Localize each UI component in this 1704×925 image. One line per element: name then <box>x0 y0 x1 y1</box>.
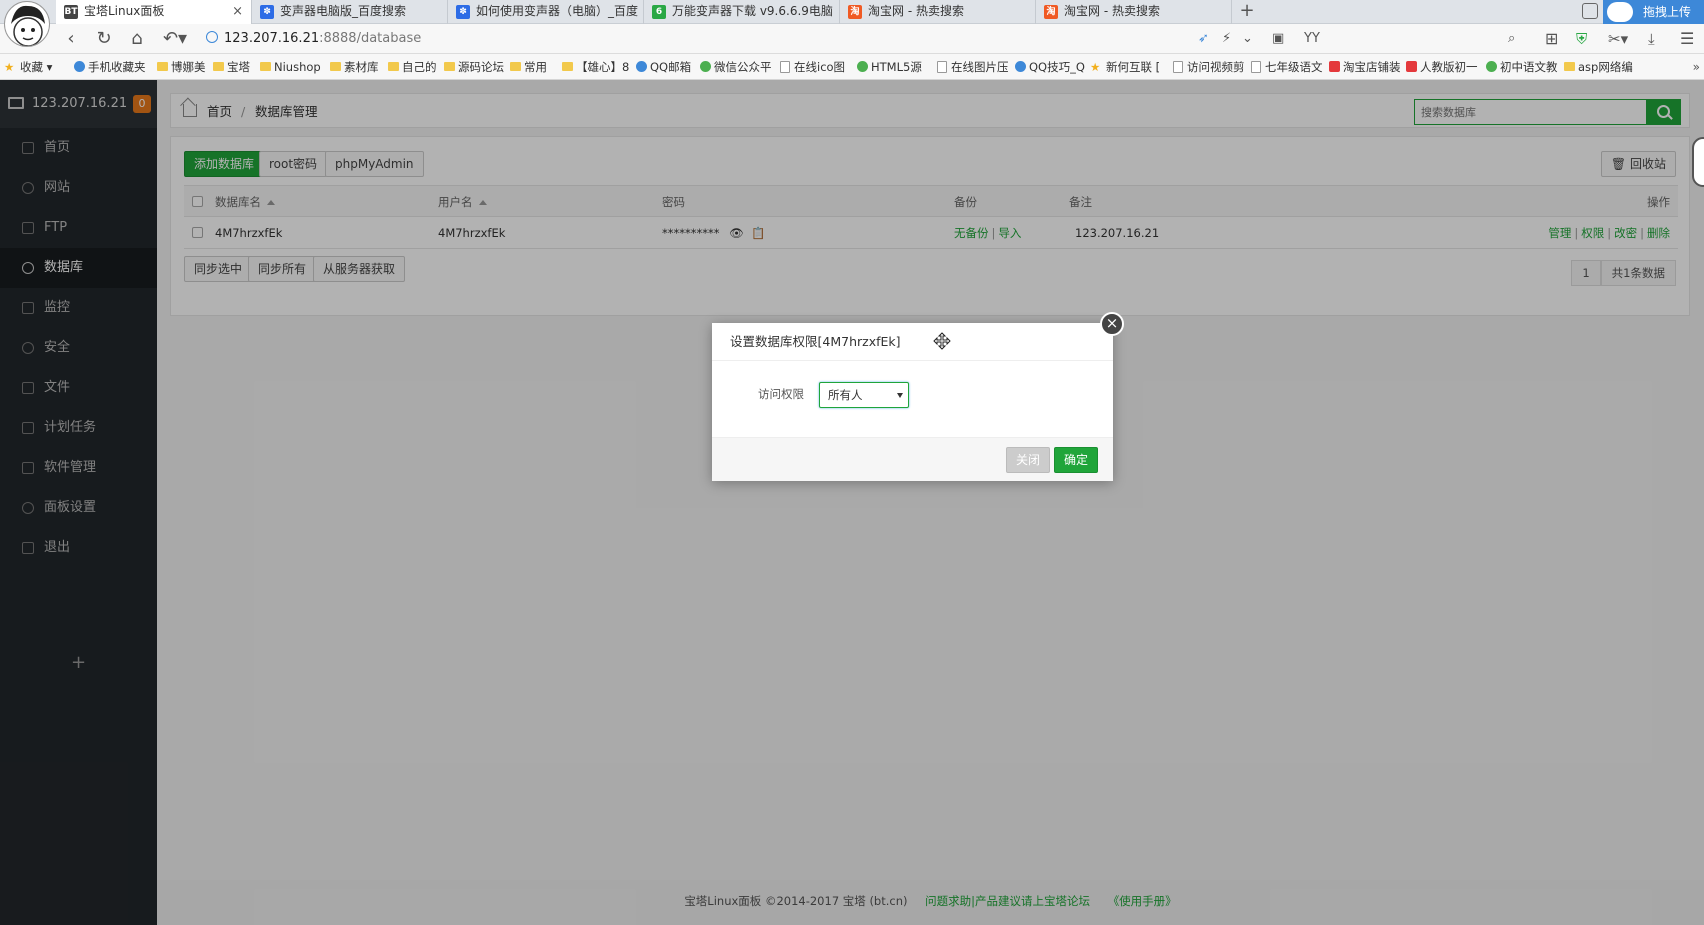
shirt-skin-icon[interactable] <box>1582 3 1598 19</box>
tab-voice-changer-download[interactable]: 6 万能变声器下载 v9.6.6.9电脑 <box>644 0 840 24</box>
tab-label: 宝塔Linux面板 <box>84 4 165 18</box>
dropdown-chevron-icon[interactable]: ⌄ <box>1242 28 1253 50</box>
back-icon[interactable]: ‹ <box>60 28 82 50</box>
home-nav-icon[interactable]: ⌂ <box>126 28 148 50</box>
bookmark-item[interactable]: 人教版初一 <box>1406 54 1478 80</box>
close-button[interactable]: 关闭 <box>1006 447 1051 473</box>
apps-grid-icon[interactable]: ⊞ <box>1545 28 1558 50</box>
undo-close-icon[interactable]: ↶▾ <box>160 28 190 50</box>
bookmark-item[interactable]: QQ技巧_Q <box>1015 54 1085 80</box>
star-icon: ★ <box>1090 60 1101 74</box>
browser-address-bar: ‹ ↻ ⌂ ↶▾ 123.207.16.21:8888/database ➶ ⚡… <box>0 24 1704 54</box>
bookmark-folder[interactable]: 自己的 <box>388 54 437 80</box>
bookmark-item[interactable]: ★ 收藏 ▾ <box>4 54 52 80</box>
bookmark-folder[interactable]: 博娜美 <box>157 54 206 80</box>
tab-baota-panel[interactable]: BT 宝塔Linux面板 × <box>56 0 252 24</box>
chevron-down-icon <box>897 393 903 398</box>
download-icon[interactable]: ⤓ <box>1648 28 1655 50</box>
bookmark-folder[interactable]: 【雄心】8 <box>562 54 629 80</box>
bookmark-item[interactable]: 初中语文教 <box>1486 54 1558 80</box>
access-permission-select[interactable]: 所有人 <box>819 382 909 408</box>
url-path: :8888/database <box>319 31 422 46</box>
reload-icon[interactable]: ↻ <box>93 28 115 50</box>
scissors-icon[interactable]: ✂▾ <box>1608 28 1628 50</box>
bookmark-item[interactable]: 淘宝店铺装 <box>1329 54 1401 80</box>
star-icon: ★ <box>4 60 15 74</box>
bookmark-item[interactable]: QQ邮箱 <box>636 54 691 80</box>
tab-close-icon[interactable]: × <box>232 0 243 23</box>
permission-dialog: 设置数据库权限[4M7hrzxfEk] × 访问权限 所有人 关闭 确定 <box>712 312 1124 481</box>
security-shield-icon[interactable]: ⛨ <box>1576 28 1587 50</box>
bookmark-item[interactable]: HTML5源 <box>857 54 922 80</box>
menu-icon[interactable]: ☰ <box>1680 28 1694 50</box>
tab-taobao-2[interactable]: 淘 淘宝网 - 热卖搜索 <box>1036 0 1232 24</box>
upload-label: 拖拽上传 <box>1643 5 1692 19</box>
site-security-icon <box>206 31 218 43</box>
tab-baidu-search-1[interactable]: ✽ 变声器电脑版_百度搜索 <box>252 0 448 24</box>
bookmark-item[interactable]: 微信公众平 <box>700 54 772 80</box>
bookmark-item[interactable]: 在线图片压 <box>937 54 1009 80</box>
bookmark-folder[interactable]: 素材库 <box>330 54 379 80</box>
drag-upload-button[interactable]: 拖拽上传 <box>1603 0 1704 24</box>
tab-label: 如何使用变声器（电脑）_百度 <box>476 4 639 18</box>
tab-baidu-search-2[interactable]: ✽ 如何使用变声器（电脑）_百度 <box>448 0 644 24</box>
search-engine-icon[interactable]: ▣ <box>1272 28 1284 50</box>
baidu-paw-icon: ✽ <box>260 5 274 19</box>
user-avatar[interactable] <box>4 1 50 47</box>
bookmark-item[interactable]: 手机收藏夹 <box>74 54 146 80</box>
tab-label: 万能变声器下载 v9.6.6.9电脑 <box>672 4 833 18</box>
tab-label: 淘宝网 - 热卖搜索 <box>868 4 964 18</box>
search-engine-text[interactable]: YY <box>1304 28 1320 50</box>
tab-taobao-1[interactable]: 淘 淘宝网 - 热卖搜索 <box>840 0 1036 24</box>
url-field[interactable]: 123.207.16.21:8888/database <box>206 28 421 50</box>
flash-icon[interactable]: ⚡ <box>1222 28 1231 50</box>
new-tab-button[interactable]: + <box>1236 0 1258 24</box>
bookmark-folder[interactable]: 源码论坛 <box>444 54 504 80</box>
bookmark-folder[interactable]: asp网络编 <box>1564 54 1633 80</box>
bookmark-item[interactable]: 访问视频剪 <box>1173 54 1245 80</box>
tab-label: 淘宝网 - 热卖搜索 <box>1064 4 1160 18</box>
move-cursor-icon <box>933 332 951 350</box>
bookmarks-more-icon[interactable]: » <box>1693 54 1700 80</box>
taobao-icon: 淘 <box>848 5 862 19</box>
access-permission-label: 访问权限 <box>758 387 804 401</box>
bookmark-item[interactable]: 七年级语文 <box>1251 54 1323 80</box>
modal-overlay[interactable] <box>0 80 1704 925</box>
tab-label: 变声器电脑版_百度搜索 <box>280 4 407 18</box>
cloud-icon <box>1607 2 1633 22</box>
bookmark-item[interactable]: ★ 新何互联 [ <box>1090 54 1160 80</box>
avatar-face-icon <box>11 5 45 46</box>
bt-favicon-icon: BT <box>64 5 78 19</box>
url-host: 123.207.16.21 <box>224 31 320 46</box>
download-site-icon: 6 <box>652 5 666 19</box>
bookmark-folder[interactable]: Niushop <box>260 54 321 80</box>
side-drag-handle[interactable] <box>1692 137 1704 187</box>
dialog-close-icon[interactable]: × <box>1100 312 1124 336</box>
bookmarks-bar: ★ 收藏 ▾ 手机收藏夹 博娜美 宝塔 Niushop 素材库 自己的 源码论坛 … <box>0 54 1704 80</box>
bookmark-folder[interactable]: 宝塔 <box>213 54 250 80</box>
address-search-icon[interactable]: ⌕ <box>1508 28 1515 50</box>
dialog-footer: 关闭 确定 <box>712 437 1113 481</box>
bookmark-item[interactable]: 在线ico图 <box>780 54 845 80</box>
bookmark-folder[interactable]: 常用 <box>510 54 547 80</box>
confirm-button[interactable]: 确定 <box>1054 447 1099 473</box>
taobao-icon: 淘 <box>1044 5 1058 19</box>
rocket-icon[interactable]: ➶ <box>1198 28 1209 50</box>
baidu-paw-icon: ✽ <box>456 5 470 19</box>
dialog-title: 设置数据库权限[4M7hrzxfEk] <box>712 323 1113 361</box>
browser-tabbar: BT 宝塔Linux面板 × ✽ 变声器电脑版_百度搜索 ✽ 如何使用变声器（电… <box>0 0 1704 47</box>
